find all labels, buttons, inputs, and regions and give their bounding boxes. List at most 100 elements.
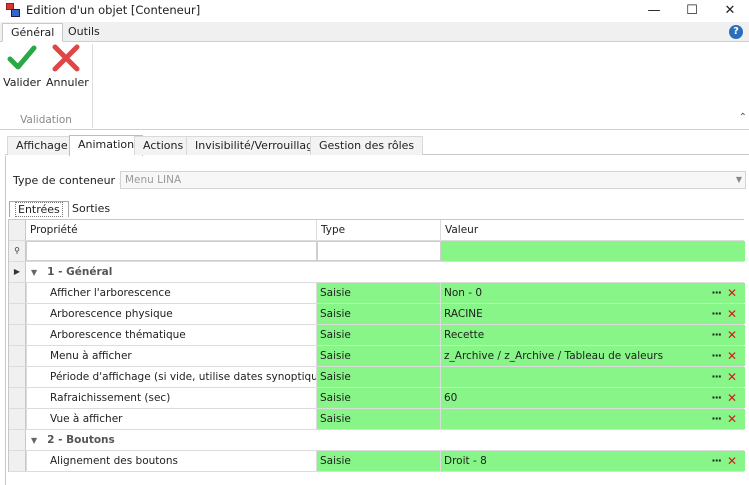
tab-invisibilite-verrouillage[interactable]: Invisibilité/Verrouillage: [186, 136, 329, 155]
row-indicator: [9, 367, 26, 387]
property-cell: Arborescence thématique: [26, 325, 317, 345]
tab-actions[interactable]: Actions: [134, 136, 193, 155]
more-options-icon[interactable]: ···: [711, 325, 722, 345]
filter-type-input[interactable]: [317, 241, 441, 261]
tab-animation[interactable]: Animation: [69, 135, 144, 156]
help-icon[interactable]: ?: [729, 25, 743, 39]
group-label: 1 - Général: [47, 266, 113, 278]
row-indicator: [9, 325, 26, 345]
table-row[interactable]: Vue à afficher Saisie ··· ✕: [9, 409, 745, 430]
ribbon-tabs: Général Outils ?: [0, 22, 749, 42]
value-cell[interactable]: ··· ✕: [441, 367, 745, 387]
type-cell[interactable]: Saisie: [317, 409, 441, 429]
property-cell: Menu à afficher: [26, 346, 317, 366]
cancel-icon: [52, 44, 80, 72]
subtab-entrees[interactable]: Entrées: [9, 201, 69, 217]
table-row[interactable]: Rafraichissement (sec) Saisie 60 ··· ✕: [9, 388, 745, 409]
value-text: Droit - 8: [444, 455, 487, 467]
delete-icon[interactable]: ✕: [727, 367, 737, 387]
value-cell[interactable]: RACINE ··· ✕: [441, 304, 745, 324]
value-text: RACINE: [444, 308, 483, 320]
table-row[interactable]: Alignement des boutons Saisie Droit - 8 ·…: [9, 451, 745, 472]
row-indicator: [9, 346, 26, 366]
type-cell[interactable]: Saisie: [317, 451, 441, 471]
delete-icon[interactable]: ✕: [727, 304, 737, 324]
property-cell: Arborescence physique: [26, 304, 317, 324]
delete-icon[interactable]: ✕: [727, 409, 737, 429]
subtab-entrees-label: Entrées: [15, 202, 63, 217]
property-cell: Alignement des boutons: [26, 451, 317, 471]
group-row[interactable]: ▶ ▼ 1 - Général: [9, 262, 744, 283]
delete-icon[interactable]: ✕: [727, 451, 737, 471]
property-cell: Afficher l'arborescence: [26, 283, 317, 303]
table-row[interactable]: Période d'affichage (si vide, utilise da…: [9, 367, 745, 388]
value-cell[interactable]: ··· ✕: [441, 409, 745, 429]
table-row[interactable]: Arborescence thématique Saisie Recette ··…: [9, 325, 745, 346]
minimize-icon[interactable]: —: [635, 0, 673, 20]
collapse-ribbon-icon[interactable]: ⌃: [739, 112, 747, 123]
value-text: Recette: [444, 329, 485, 341]
type-cell[interactable]: Saisie: [317, 388, 441, 408]
validate-label: Valider: [3, 76, 41, 89]
more-options-icon[interactable]: ···: [711, 451, 722, 471]
column-header-value[interactable]: Valeur: [441, 220, 745, 240]
table-row[interactable]: Arborescence physique Saisie RACINE ··· ✕: [9, 304, 745, 325]
value-cell[interactable]: Non - 0 ··· ✕: [441, 283, 745, 303]
chevron-down-icon[interactable]: ▼: [31, 431, 37, 450]
row-indicator: [9, 283, 26, 303]
column-header-type[interactable]: Type: [317, 220, 441, 240]
ribbon-tab-outils[interactable]: Outils: [60, 23, 108, 42]
grid-header: Propriété Type Valeur: [9, 220, 745, 241]
property-cell: Rafraichissement (sec): [26, 388, 317, 408]
delete-icon[interactable]: ✕: [727, 325, 737, 345]
validate-button[interactable]: Valider: [2, 44, 42, 89]
group-row[interactable]: ▼ 2 - Boutons: [9, 430, 744, 451]
value-cell[interactable]: Recette ··· ✕: [441, 325, 745, 345]
row-indicator: [9, 304, 26, 324]
tab-gestion-des-roles[interactable]: Gestion des rôles: [310, 136, 424, 155]
ribbon: Valider Annuler Validation ⌃: [0, 42, 749, 130]
more-options-icon[interactable]: ···: [711, 367, 722, 387]
check-icon: [7, 45, 37, 70]
type-cell[interactable]: Saisie: [317, 325, 441, 345]
tab-affichage[interactable]: Affichage: [7, 136, 77, 155]
more-options-icon[interactable]: ···: [711, 409, 722, 429]
filter-icon: ⚲: [9, 241, 26, 261]
row-indicator: [9, 388, 26, 408]
value-text: z_Archive / z_Archive / Tableau de valeu…: [444, 350, 664, 362]
row-indicator-header: [9, 220, 26, 240]
close-icon[interactable]: ✕: [711, 0, 749, 20]
type-cell[interactable]: Saisie: [317, 367, 441, 387]
more-options-icon[interactable]: ···: [711, 283, 722, 303]
table-row[interactable]: Menu à afficher Saisie z_Archive / z_Arc…: [9, 346, 745, 367]
maximize-icon[interactable]: ☐: [673, 0, 711, 20]
delete-icon[interactable]: ✕: [727, 283, 737, 303]
cancel-button[interactable]: Annuler: [46, 44, 89, 89]
type-cell[interactable]: Saisie: [317, 346, 441, 366]
column-header-property[interactable]: Propriété: [26, 220, 317, 240]
value-cell[interactable]: 60 ··· ✕: [441, 388, 745, 408]
ribbon-tab-general[interactable]: Général: [2, 23, 64, 42]
group-label: 2 - Boutons: [47, 434, 115, 446]
row-indicator: [9, 451, 26, 471]
container-type-select[interactable]: Menu LINA ▼: [120, 171, 746, 189]
type-cell[interactable]: Saisie: [317, 283, 441, 303]
more-options-icon[interactable]: ···: [711, 346, 722, 366]
filter-value-input[interactable]: [441, 241, 745, 261]
chevron-down-icon[interactable]: ▼: [31, 263, 37, 282]
dropdown-arrow-icon: ▼: [735, 175, 742, 184]
type-cell[interactable]: Saisie: [317, 304, 441, 324]
delete-icon[interactable]: ✕: [727, 346, 737, 366]
window-title: Edition d'un objet [Conteneur]: [26, 3, 201, 17]
more-options-icon[interactable]: ···: [711, 304, 722, 324]
filter-property-input[interactable]: [26, 241, 317, 261]
current-row-icon: ▶: [9, 262, 26, 282]
table-row[interactable]: Afficher l'arborescence Saisie Non - 0 ··…: [9, 283, 745, 304]
value-cell[interactable]: z_Archive / z_Archive / Tableau de valeu…: [441, 346, 745, 366]
title-bar: Edition d'un objet [Conteneur] — ☐ ✕: [0, 0, 749, 20]
value-cell[interactable]: Droit - 8 ··· ✕: [441, 451, 745, 471]
subtab-sorties[interactable]: Sorties: [67, 201, 115, 217]
more-options-icon[interactable]: ···: [711, 388, 722, 408]
group-title: ▼ 2 - Boutons: [26, 430, 745, 450]
delete-icon[interactable]: ✕: [727, 388, 737, 408]
